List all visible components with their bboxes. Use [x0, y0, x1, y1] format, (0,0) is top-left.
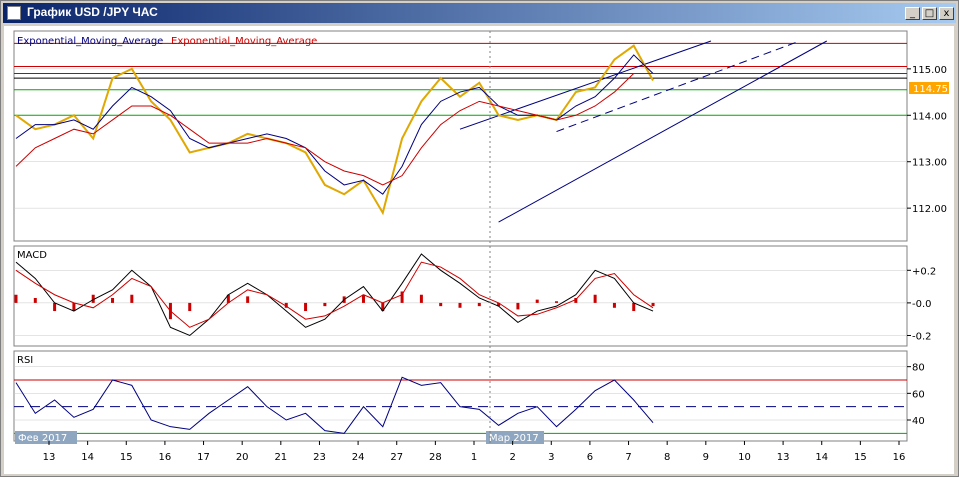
rsi-y-tick-label: 60 — [912, 389, 925, 400]
period-label-feb: Фев 2017 — [18, 433, 67, 444]
macd-y-tick-label: -0.2 — [912, 331, 932, 342]
title-bar[interactable]: График USD /JPY ЧАС _ □ x — [3, 3, 956, 23]
period-label-mar: Мар 2017 — [489, 433, 539, 444]
macd-y-axis: +0.2 -0.0 -0.2 — [907, 266, 936, 342]
x-axis-tick-label: 27 — [390, 452, 403, 463]
x-axis-tick-label: 14 — [815, 452, 828, 463]
macd-panel: +0.2 -0.0 -0.2 MACD — [13, 245, 936, 347]
macd-y-tick-label: -0.0 — [912, 299, 932, 310]
x-axis-tick-label: 15 — [120, 452, 133, 463]
x-axis-tick-label: 24 — [352, 452, 365, 463]
x-axis-tick-label: 7 — [625, 452, 631, 463]
window-title: График USD /JPY ЧАС — [27, 5, 158, 19]
current-price-label: 114.75 — [913, 84, 948, 95]
x-axis-tick-label: 1 — [471, 452, 477, 463]
chart-window: График USD /JPY ЧАС _ □ x 115.00 114.00 11… — [0, 0, 959, 477]
macd-y-tick-label: +0.2 — [912, 266, 936, 277]
x-axis-tick-label: 3 — [548, 452, 554, 463]
price-panel: 115.00 114.00 113.00 112.00 Exponential_Mov… — [13, 30, 949, 242]
x-axis-tick-label: 13 — [777, 452, 790, 463]
rsi-y-tick-label: 40 — [912, 416, 925, 427]
x-axis-tick-label: 2 — [509, 452, 515, 463]
rsi-y-axis: 80 60 40 — [907, 363, 925, 427]
x-axis-tick-label: 17 — [197, 452, 210, 463]
x-axis-tick-label: 28 — [429, 452, 442, 463]
x-axis: 13 14 15 16 17 20 21 23 24 27 28 1 2 3 6 7 8 9 10 13 14 15 16 — [43, 441, 906, 463]
maximize-button[interactable]: □ — [922, 7, 937, 20]
x-axis-tick-label: 9 — [703, 452, 709, 463]
legend-ema-slow: Exponential_Moving_Average — [171, 36, 317, 47]
minimize-button[interactable]: _ — [905, 7, 920, 20]
rsi-y-tick-label: 80 — [912, 363, 925, 374]
x-axis-tick-label: 14 — [81, 452, 94, 463]
x-axis-tick-label: 13 — [43, 452, 56, 463]
x-axis-tick-label: 6 — [587, 452, 593, 463]
close-button[interactable]: x — [939, 7, 954, 20]
price-y-tick-label: 114.00 — [912, 111, 947, 122]
x-axis-tick-label: 8 — [664, 452, 670, 463]
x-axis-tick-label: 15 — [854, 452, 867, 463]
price-y-tick-label: 115.00 — [912, 65, 947, 76]
x-axis-tick-label: 21 — [274, 452, 287, 463]
macd-title: MACD — [17, 250, 47, 261]
chart-area[interactable]: 115.00 114.00 113.00 112.00 Exponential_Mov… — [4, 26, 954, 474]
price-y-tick-label: 113.00 — [912, 158, 947, 169]
price-y-tick-label: 112.00 — [912, 204, 947, 215]
x-axis-tick-label: 23 — [313, 452, 326, 463]
x-axis-tick-label: 16 — [893, 452, 906, 463]
rsi-panel: 80 60 40 RSI Фев 2017 Мар 2017 — [13, 350, 925, 444]
legend-ema-fast: Exponential_Moving_Average — [17, 36, 163, 47]
x-axis-tick-label: 10 — [738, 452, 751, 463]
x-axis-tick-label: 16 — [159, 452, 172, 463]
x-axis-tick-label: 20 — [236, 452, 249, 463]
chart-svg[interactable]: 115.00 114.00 113.00 112.00 Exponential_Mov… — [4, 26, 954, 474]
chart-app-icon — [7, 6, 21, 20]
rsi-title: RSI — [17, 355, 33, 366]
